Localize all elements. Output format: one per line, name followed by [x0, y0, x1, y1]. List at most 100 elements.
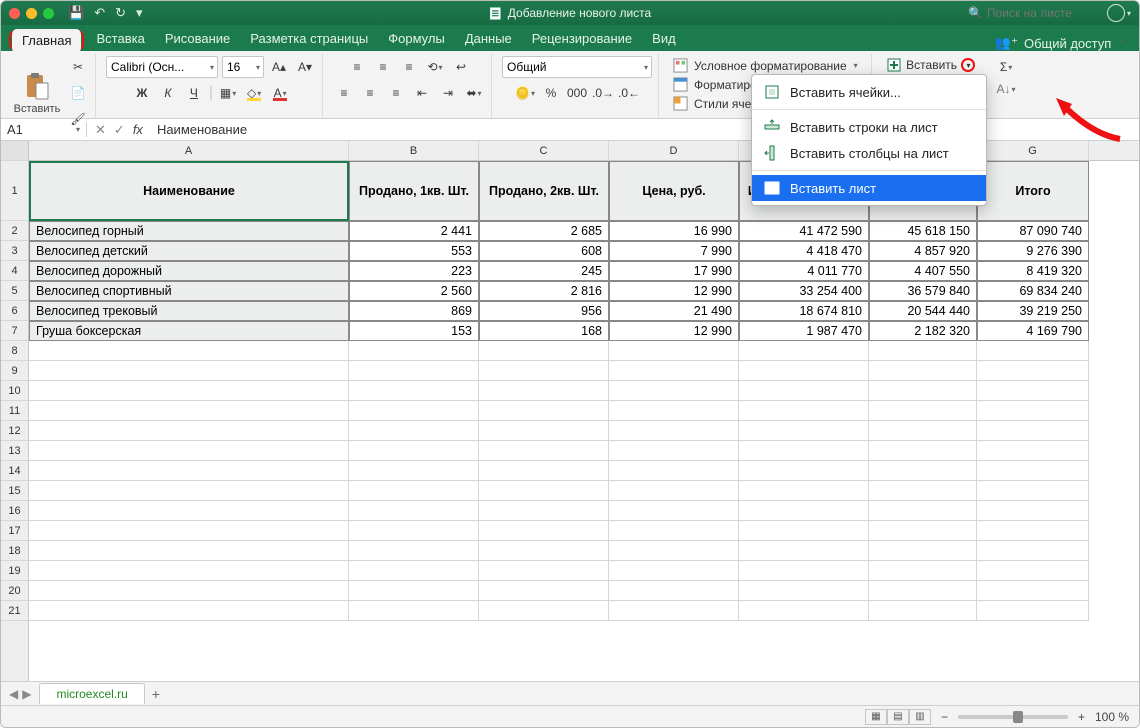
normal-view-icon[interactable]: ▦ — [865, 709, 887, 725]
cell[interactable] — [479, 481, 609, 501]
inc-decimal-icon[interactable]: .0→ — [592, 82, 614, 104]
cell[interactable]: 1 987 470 — [739, 321, 869, 341]
align-top-icon[interactable]: ≡ — [346, 56, 368, 78]
cell[interactable] — [739, 381, 869, 401]
cell[interactable] — [29, 561, 349, 581]
cell[interactable] — [29, 501, 349, 521]
cell[interactable]: 33 254 400 — [739, 281, 869, 301]
feedback-icon[interactable] — [1107, 4, 1125, 22]
cell[interactable] — [349, 381, 479, 401]
align-middle-icon[interactable]: ≡ — [372, 56, 394, 78]
cell[interactable] — [977, 461, 1089, 481]
save-icon[interactable]: 💾 — [68, 5, 84, 21]
cell[interactable] — [29, 421, 349, 441]
accept-formula-icon[interactable]: ✓ — [114, 122, 125, 138]
qat-more-icon[interactable]: ▾ — [136, 5, 143, 21]
cell[interactable]: Груша боксерская — [29, 321, 349, 341]
page-break-view-icon[interactable]: ▥ — [909, 709, 931, 725]
cell[interactable]: 869 — [349, 301, 479, 321]
font-size-select[interactable]: 16▾ — [222, 56, 264, 78]
cell[interactable] — [739, 561, 869, 581]
insert-cells-button[interactable]: Вставить ▾ — [882, 56, 979, 74]
add-sheet-button[interactable]: + — [145, 686, 167, 702]
borders-button[interactable]: ▦▾ — [217, 82, 239, 104]
row-header[interactable]: 12 — [1, 421, 28, 441]
cell[interactable]: 12 990 — [609, 281, 739, 301]
cell[interactable]: Наименование — [29, 161, 349, 221]
cell[interactable] — [739, 461, 869, 481]
row-header[interactable]: 13 — [1, 441, 28, 461]
cell[interactable]: 245 — [479, 261, 609, 281]
row-header[interactable]: 6 — [1, 301, 28, 321]
cell[interactable] — [29, 381, 349, 401]
cell[interactable]: 7 990 — [609, 241, 739, 261]
cell[interactable] — [29, 401, 349, 421]
cell[interactable] — [869, 361, 977, 381]
cell[interactable] — [609, 581, 739, 601]
feedback-dropdown-icon[interactable]: ▾ — [1127, 9, 1131, 18]
cell[interactable] — [29, 461, 349, 481]
fill-color-button[interactable]: ◇▾ — [243, 82, 265, 104]
row-header[interactable]: 4 — [1, 261, 28, 281]
cell[interactable] — [29, 521, 349, 541]
cell[interactable] — [479, 441, 609, 461]
cell[interactable] — [977, 541, 1089, 561]
cell[interactable]: 553 — [349, 241, 479, 261]
row-header[interactable]: 10 — [1, 381, 28, 401]
row-header[interactable]: 3 — [1, 241, 28, 261]
cell[interactable] — [977, 381, 1089, 401]
cell[interactable]: Велосипед дорожный — [29, 261, 349, 281]
cell[interactable]: 69 834 240 — [977, 281, 1089, 301]
cell[interactable] — [479, 401, 609, 421]
cell[interactable]: 153 — [349, 321, 479, 341]
cell[interactable]: Велосипед трековый — [29, 301, 349, 321]
cell[interactable] — [609, 521, 739, 541]
cell[interactable] — [609, 481, 739, 501]
cell[interactable] — [977, 341, 1089, 361]
cell[interactable] — [29, 481, 349, 501]
cell[interactable]: 2 182 320 — [869, 321, 977, 341]
paste-button[interactable]: Вставить — [11, 71, 63, 115]
cell[interactable]: 2 685 — [479, 221, 609, 241]
number-format-select[interactable]: Общий▾ — [502, 56, 652, 78]
cell[interactable] — [739, 501, 869, 521]
bold-button[interactable]: Ж — [131, 82, 153, 104]
cell[interactable] — [609, 501, 739, 521]
cell[interactable] — [609, 601, 739, 621]
cell[interactable] — [479, 461, 609, 481]
cell[interactable] — [869, 581, 977, 601]
cell[interactable] — [609, 541, 739, 561]
cell[interactable] — [479, 501, 609, 521]
cell[interactable]: 8 419 320 — [977, 261, 1089, 281]
cell[interactable] — [479, 421, 609, 441]
tab-review[interactable]: Рецензирование — [522, 27, 642, 51]
menu-insert-sheet[interactable]: Вставить лист — [752, 175, 986, 201]
cell[interactable] — [29, 361, 349, 381]
row-header[interactable]: 5 — [1, 281, 28, 301]
col-header[interactable]: C — [479, 141, 609, 160]
cell[interactable]: 21 490 — [609, 301, 739, 321]
tab-view[interactable]: Вид — [642, 27, 686, 51]
search-box[interactable]: 🔍 — [968, 6, 1097, 20]
align-right-icon[interactable]: ≡ — [385, 82, 407, 104]
cell[interactable] — [349, 601, 479, 621]
page-layout-view-icon[interactable]: ▤ — [887, 709, 909, 725]
cell[interactable] — [609, 361, 739, 381]
row-header[interactable]: 11 — [1, 401, 28, 421]
row-header[interactable]: 1 — [1, 161, 28, 221]
cell[interactable] — [479, 581, 609, 601]
cell[interactable] — [29, 541, 349, 561]
row-header[interactable]: 17 — [1, 521, 28, 541]
cell[interactable] — [349, 341, 479, 361]
cell[interactable] — [609, 441, 739, 461]
menu-insert-cols[interactable]: Вставить столбцы на лист — [752, 140, 986, 166]
percent-icon[interactable]: % — [540, 82, 562, 104]
col-header[interactable]: B — [349, 141, 479, 160]
italic-button[interactable]: К — [157, 82, 179, 104]
cell[interactable]: 41 472 590 — [739, 221, 869, 241]
cell[interactable] — [349, 501, 479, 521]
row-header[interactable]: 20 — [1, 581, 28, 601]
cell[interactable] — [977, 521, 1089, 541]
cell[interactable] — [869, 401, 977, 421]
cell[interactable]: Продано, 2кв. Шт. — [479, 161, 609, 221]
